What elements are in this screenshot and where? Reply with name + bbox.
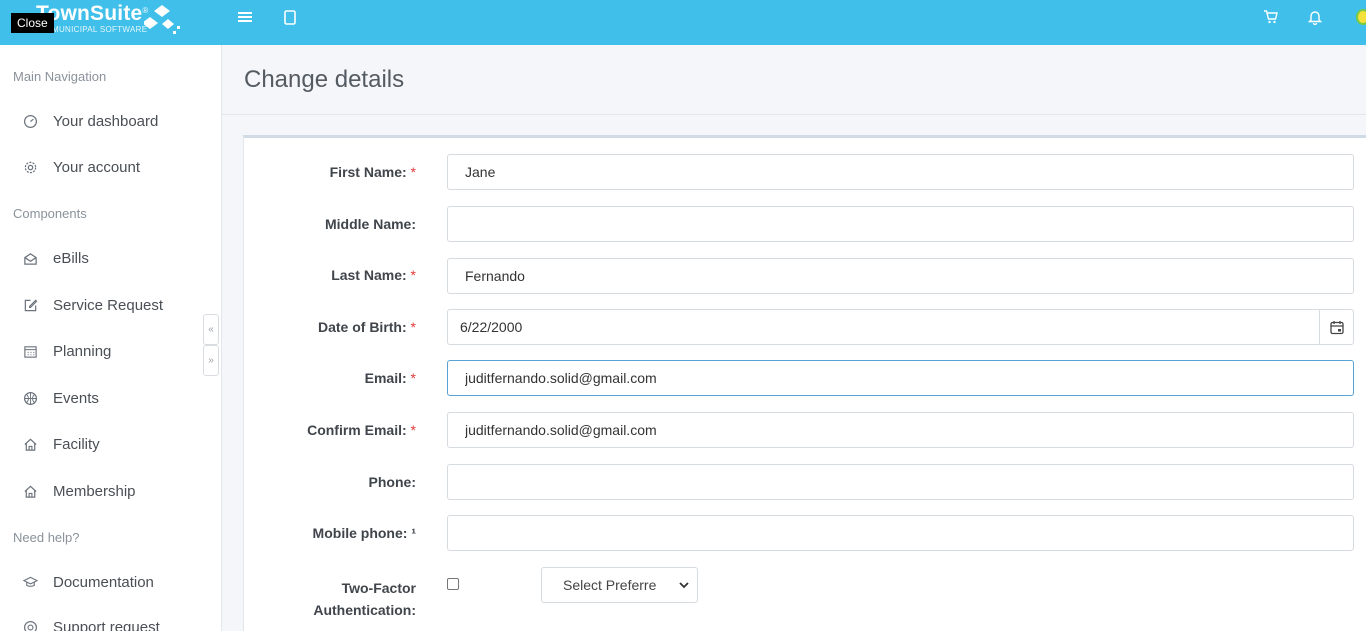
home-icon	[22, 436, 38, 452]
two-factor-checkbox[interactable]	[447, 578, 459, 590]
sidebar-item-label: Membership	[53, 482, 136, 500]
nav-header-components: Components	[13, 206, 87, 221]
sidebar-item-planning[interactable]: Planning	[0, 336, 221, 366]
sidebar-item-label: Facility	[53, 435, 100, 453]
confirm-email-label: Confirm Email: *	[307, 422, 416, 438]
sidebar-item-facility[interactable]: Facility	[0, 429, 221, 459]
scroll-down-button[interactable]: »	[203, 345, 219, 376]
two-factor-label: Two-Factor Authentication:	[313, 580, 416, 618]
sidebar-item-label: eBills	[53, 249, 89, 267]
basketball-icon	[22, 390, 38, 406]
date-picker-button[interactable]	[1319, 310, 1353, 344]
sidebar-item-dashboard[interactable]: Your dashboard	[0, 106, 221, 136]
sidebar-item-label: Events	[53, 389, 99, 407]
sidebar-item-ebills[interactable]: eBills	[0, 243, 221, 273]
last-name-input[interactable]	[447, 258, 1354, 294]
panel-icon[interactable]	[281, 8, 299, 26]
nav-header-main: Main Navigation	[13, 69, 107, 84]
middle-name-input[interactable]	[447, 206, 1354, 242]
sidebar-item-label: Your account	[53, 158, 141, 176]
sidebar-item-label: Planning	[53, 342, 112, 360]
lifebuoy-icon	[22, 619, 38, 631]
avatar[interactable]	[1356, 9, 1366, 25]
sidebar-item-label: Service Request	[53, 296, 164, 314]
mobile-phone-label: Mobile phone: ¹	[312, 525, 416, 541]
page-header: Change details	[222, 45, 1366, 115]
calendar-grid-icon	[22, 343, 38, 359]
nav-header-help: Need help?	[13, 530, 80, 545]
sidebar-item-documentation[interactable]: Documentation	[0, 567, 221, 597]
top-bar: TownSuite® MUNICIPAL SOFTWARE Close	[0, 0, 1366, 45]
sidebar-item-label: Documentation	[53, 573, 154, 591]
cart-icon[interactable]	[1262, 8, 1280, 26]
dob-label: Date of Birth: *	[317, 319, 416, 335]
mobile-phone-input[interactable]	[447, 515, 1354, 551]
phone-input[interactable]	[447, 464, 1354, 500]
calendar-icon	[1329, 320, 1344, 334]
gear-icon	[22, 159, 38, 175]
sidebar-item-support-request[interactable]: Support request	[0, 612, 221, 631]
home-icon	[22, 483, 38, 499]
brand-mark-icon	[144, 5, 180, 34]
first-name-input[interactable]	[447, 154, 1354, 190]
two-factor-method-select[interactable]: Select Preferre	[541, 567, 698, 603]
phone-label: Phone:	[368, 474, 416, 490]
sidebar-item-events[interactable]: Events	[0, 383, 221, 413]
chevron-double-up-icon: «	[208, 324, 214, 335]
bell-icon[interactable]	[1306, 8, 1324, 26]
page-title: Change details	[244, 66, 405, 93]
envelope-open-icon	[22, 250, 38, 266]
confirm-email-input[interactable]	[447, 412, 1354, 448]
dashboard-icon	[22, 113, 38, 129]
sidebar: Main Navigation Your dashboard Your acco…	[0, 45, 222, 631]
chevron-down-icon	[679, 582, 689, 589]
sidebar-item-membership[interactable]: Membership	[0, 476, 221, 506]
edit-icon	[22, 297, 38, 313]
email-input[interactable]	[447, 360, 1354, 396]
chevron-double-down-icon: »	[208, 355, 214, 366]
menu-icon[interactable]	[236, 8, 254, 26]
last-name-label: Last Name: *	[331, 267, 416, 283]
select-value: Select Preferre	[563, 577, 657, 593]
sidebar-item-label: Your dashboard	[53, 112, 159, 130]
email-label: Email: *	[364, 370, 416, 386]
sidebar-item-service-request[interactable]: Service Request	[0, 290, 221, 320]
scroll-up-button[interactable]: «	[203, 314, 219, 345]
dob-input[interactable]	[448, 310, 1320, 344]
sidebar-item-label: Support request	[53, 618, 160, 631]
dob-field	[447, 309, 1354, 345]
brand-subtitle: MUNICIPAL SOFTWARE	[52, 25, 148, 34]
graduation-cap-icon	[22, 574, 38, 590]
first-name-label: First Name: *	[329, 164, 416, 180]
sidebar-item-account[interactable]: Your account	[0, 152, 221, 182]
middle-name-label: Middle Name:	[324, 216, 416, 232]
close-tooltip[interactable]: Close	[11, 13, 54, 33]
